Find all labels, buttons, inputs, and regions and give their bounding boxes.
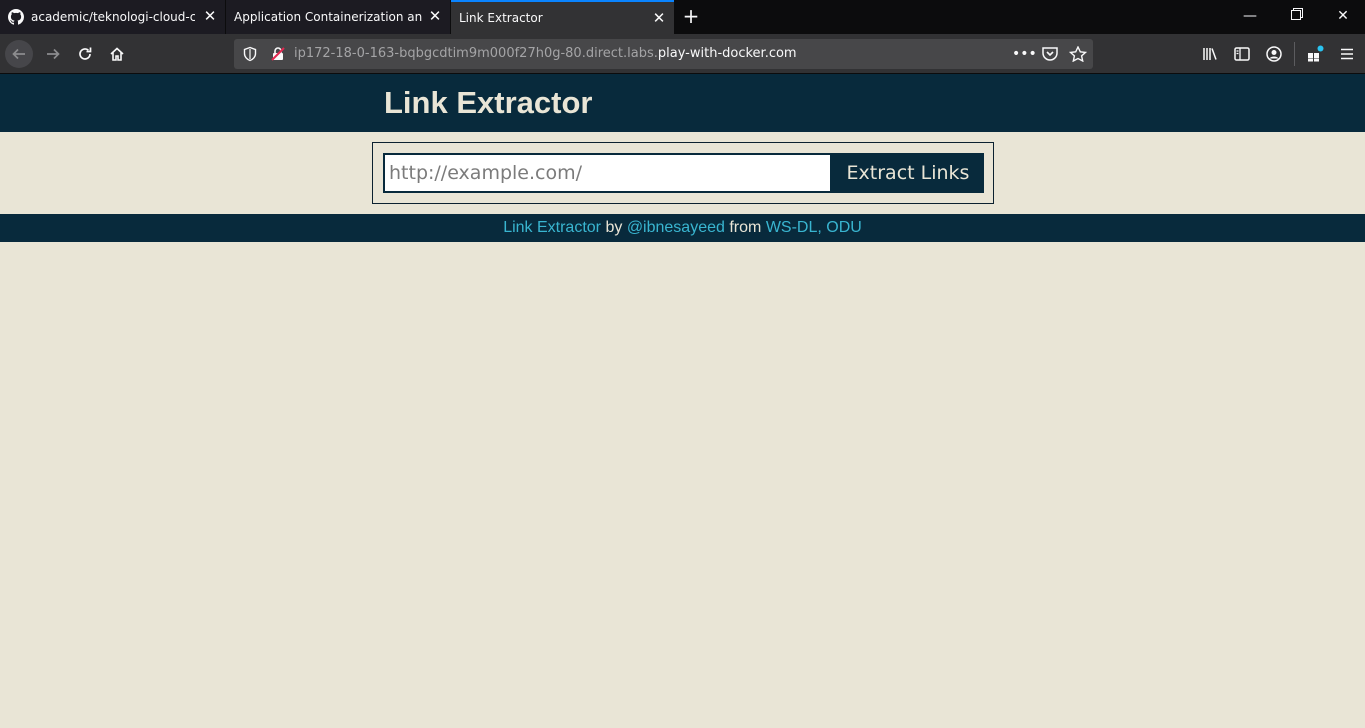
sidebar-icon[interactable] <box>1233 45 1251 63</box>
footer-by-text: by <box>605 219 623 236</box>
page-title: Link Extractor <box>384 85 593 120</box>
address-bar[interactable]: ip172-18-0-163-bqbgcdtim9m000f27h0g-80.d… <box>234 39 1093 69</box>
extract-links-button[interactable]: Extract Links <box>832 153 984 193</box>
close-window-icon[interactable]: ✕ <box>1333 8 1353 24</box>
footer-from-text: from <box>729 219 762 236</box>
close-tab-icon[interactable]: ✕ <box>652 11 666 26</box>
bookmark-star-icon[interactable] <box>1069 46 1087 62</box>
extensions-icon[interactable] <box>1306 45 1324 63</box>
tab-title: Link Extractor <box>459 11 543 25</box>
close-tab-icon[interactable]: ✕ <box>428 9 442 24</box>
account-icon[interactable] <box>1265 45 1283 63</box>
tab-title: Application Containerization and M <box>234 10 422 24</box>
menu-icon[interactable] <box>1338 45 1356 63</box>
forward-button[interactable] <box>39 40 67 68</box>
restore-icon[interactable] <box>1287 8 1307 24</box>
insecure-lock-icon[interactable] <box>270 46 286 62</box>
url-domain: play-with-docker.com <box>657 46 797 61</box>
url-text[interactable]: ip172-18-0-163-bqbgcdtim9m000f27h0g-80.d… <box>294 46 797 61</box>
reload-icon <box>79 47 92 60</box>
library-icon[interactable] <box>1201 45 1219 63</box>
tab-strip: academic/teknologi-cloud-com ✕ Applicati… <box>0 0 1365 34</box>
new-tab-icon[interactable]: + <box>680 6 702 28</box>
toolbar-separator <box>1294 42 1295 66</box>
home-icon <box>110 47 124 61</box>
tab-github[interactable]: academic/teknologi-cloud-com ✕ <box>0 0 225 34</box>
site-footer: Link Extractor by @ibnesayeed from WS-DL… <box>0 214 1365 242</box>
arrow-right-icon <box>47 48 60 60</box>
author-link[interactable]: @ibnesayeed <box>627 219 725 236</box>
page-actions-icon[interactable]: ••• <box>1012 46 1037 62</box>
url-input[interactable] <box>383 153 832 193</box>
reload-button[interactable] <box>71 40 99 68</box>
extract-form: Extract Links <box>372 142 994 204</box>
org-link[interactable]: WS-DL, ODU <box>766 219 862 236</box>
page-content: Link Extractor Extract Links Link Extrac… <box>0 74 1365 728</box>
minimize-icon[interactable]: — <box>1240 8 1260 24</box>
app-link[interactable]: Link Extractor <box>503 219 601 236</box>
site-header: Link Extractor <box>0 74 1365 132</box>
arrow-left-icon <box>12 48 25 60</box>
tab-title: academic/teknologi-cloud-com <box>31 10 195 24</box>
shield-icon[interactable] <box>242 46 258 62</box>
nav-toolbar: ip172-18-0-163-bqbgcdtim9m000f27h0g-80.d… <box>0 34 1365 74</box>
back-button[interactable] <box>5 40 33 68</box>
close-tab-icon[interactable]: ✕ <box>203 9 217 24</box>
tab-containerization[interactable]: Application Containerization and M ✕ <box>226 0 450 34</box>
url-prefix: ip172-18-0-163-bqbgcdtim9m000f27h0g-80.d… <box>294 46 658 61</box>
tab-link-extractor[interactable]: Link Extractor ✕ <box>451 0 674 34</box>
pocket-icon[interactable] <box>1041 46 1059 62</box>
home-button[interactable] <box>103 40 131 68</box>
github-icon <box>8 9 24 25</box>
